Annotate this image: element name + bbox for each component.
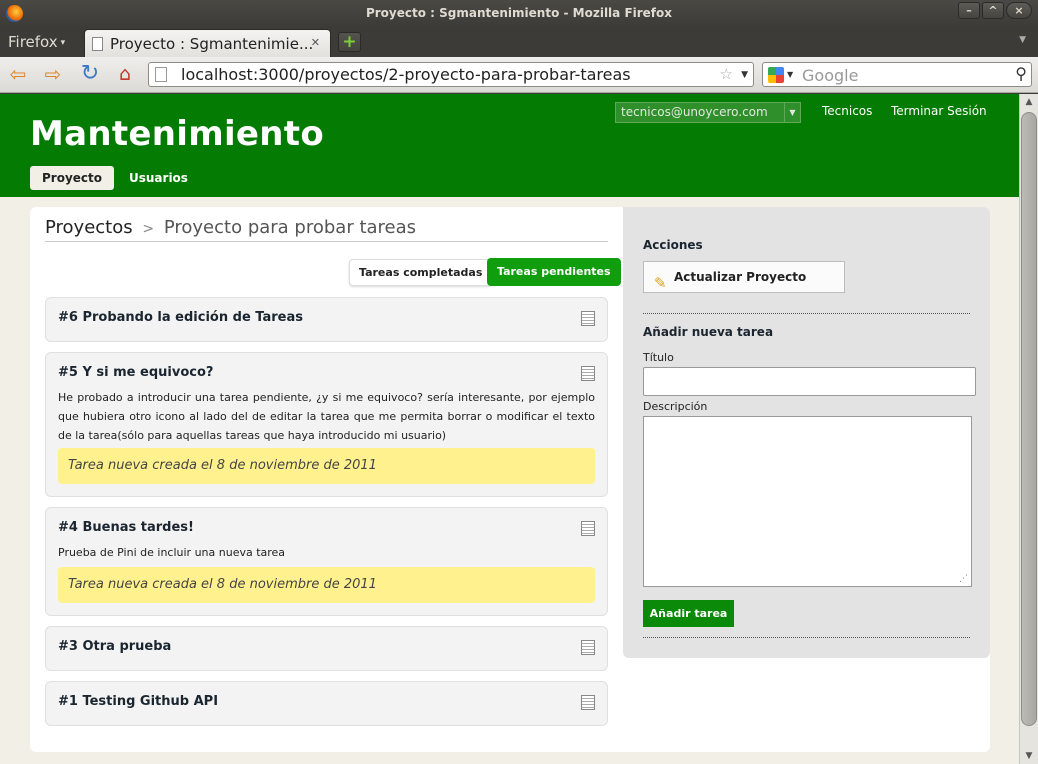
- tab-close-icon[interactable]: ✕: [311, 36, 320, 49]
- description-textarea[interactable]: ⋰: [643, 416, 972, 587]
- minimize-button[interactable]: –: [958, 2, 980, 19]
- logout-link[interactable]: Terminar Sesión: [891, 104, 987, 118]
- add-task-button[interactable]: Añadir tarea: [643, 600, 734, 627]
- close-window-button[interactable]: ×: [1006, 2, 1032, 19]
- tab-bar: Firefox ▾ Proyecto : Sgmantenimie... ✕ + …: [0, 27, 1038, 57]
- acciones-heading: Acciones: [643, 238, 703, 252]
- title-input[interactable]: [643, 367, 976, 396]
- task-title[interactable]: #6 Probando la edición de Tareas: [58, 310, 303, 325]
- new-task-heading: Añadir nueva tarea: [643, 325, 774, 339]
- task-title[interactable]: #1 Testing Github API: [58, 694, 218, 709]
- list-tabs-icon[interactable]: ▼: [1019, 35, 1026, 45]
- search-bar[interactable]: ▼ Google ⚲: [762, 62, 1032, 87]
- firefox-menu-label: Firefox: [8, 33, 58, 51]
- task-title[interactable]: #5 Y si me equivoco?: [58, 365, 213, 380]
- forward-button[interactable]: ⇨: [40, 63, 66, 87]
- task-created-note: Tarea nueva creada el 8 de noviembre de …: [58, 448, 595, 484]
- divider: [643, 313, 970, 314]
- main-panel: Proyectos > Proyecto para probar tareas …: [30, 207, 990, 752]
- url-history-dropdown-icon[interactable]: ▼: [741, 70, 748, 80]
- site-brand[interactable]: Mantenimiento: [30, 114, 324, 154]
- page-icon: [92, 37, 103, 51]
- nav-tab-proyecto[interactable]: Proyecto: [30, 166, 115, 190]
- edit-task-icon[interactable]: [581, 640, 595, 655]
- description-label: Descripción: [643, 400, 708, 413]
- scrollbar-thumb[interactable]: [1021, 112, 1037, 726]
- url-text[interactable]: localhost:3000/proyectos/2-proyecto-para…: [181, 65, 631, 84]
- window-title: Proyecto : Sgmantenimiento - Mozilla Fir…: [365, 6, 673, 20]
- task-card: #6 Probando la edición de Tareas: [45, 297, 608, 342]
- completed-tasks-button[interactable]: Tareas completadas: [349, 259, 493, 286]
- home-button[interactable]: ⌂: [112, 63, 138, 87]
- site-header: Mantenimiento Proyecto Usuarios tecnicos…: [0, 94, 1019, 197]
- task-description: He probado a introducir una tarea pendie…: [58, 391, 595, 442]
- edit-task-icon[interactable]: [581, 695, 595, 710]
- task-created-note: Tarea nueva creada el 8 de noviembre de …: [58, 567, 595, 603]
- breadcrumb: Proyectos > Proyecto para probar tareas: [45, 217, 608, 242]
- user-select-value: tecnicos@unoycero.com: [621, 105, 768, 119]
- window-controls: – ^ ×: [958, 2, 1032, 19]
- edit-task-icon[interactable]: [581, 366, 595, 381]
- search-icon[interactable]: ⚲: [1015, 64, 1027, 83]
- chevron-down-icon: ▼: [784, 103, 800, 122]
- back-button[interactable]: ⇦: [5, 63, 31, 87]
- firefox-menu-button[interactable]: Firefox ▾: [8, 33, 65, 51]
- maximize-button[interactable]: ^: [982, 2, 1004, 19]
- reload-button[interactable]: ↻: [77, 63, 103, 87]
- task-title[interactable]: #3 Otra prueba: [58, 639, 171, 654]
- tecnicos-link[interactable]: Tecnicos: [822, 104, 872, 118]
- task-title[interactable]: #4 Buenas tardes!: [58, 520, 194, 535]
- nav-tab-usuarios[interactable]: Usuarios: [129, 166, 188, 190]
- tab-title: Proyecto : Sgmantenimie...: [110, 35, 314, 53]
- navigation-toolbar: ⇦ ⇨ ↻ ⌂ localhost:3000/proyectos/2-proye…: [0, 57, 1038, 93]
- edit-task-icon[interactable]: [581, 311, 595, 326]
- edit-task-icon[interactable]: [581, 521, 595, 536]
- pending-tasks-button[interactable]: Tareas pendientes: [487, 258, 621, 286]
- divider: [643, 637, 970, 638]
- site-identity-icon[interactable]: [155, 67, 167, 82]
- task-description: Prueba de Pini de incluir una nueva tare…: [58, 546, 286, 559]
- sidebar: Acciones ✎ Actualizar Proyecto Añadir nu…: [623, 207, 990, 658]
- chevron-down-icon: ▾: [60, 37, 66, 48]
- tab-proyecto[interactable]: Proyecto : Sgmantenimie... ✕: [84, 29, 331, 57]
- new-tab-button[interactable]: +: [338, 32, 361, 52]
- breadcrumb-current: Proyecto para probar tareas: [163, 217, 417, 238]
- task-card: #5 Y si me equivoco? He probado a introd…: [45, 352, 608, 497]
- bookmark-star-icon[interactable]: ☆: [720, 65, 733, 83]
- scroll-down-icon[interactable]: ▼: [1020, 748, 1038, 764]
- breadcrumb-root-link[interactable]: Proyectos: [45, 217, 133, 238]
- engine-dropdown-icon[interactable]: ▼: [787, 70, 793, 79]
- google-engine-icon[interactable]: [768, 67, 784, 83]
- update-project-label: Actualizar Proyecto: [674, 270, 807, 284]
- user-select[interactable]: tecnicos@unoycero.com ▼: [615, 102, 801, 123]
- task-card: #4 Buenas tardes! Prueba de Pini de incl…: [45, 507, 608, 616]
- window-titlebar: Proyecto : Sgmantenimiento - Mozilla Fir…: [0, 0, 1038, 27]
- title-label: Título: [643, 351, 674, 364]
- resize-grip-icon[interactable]: ⋰: [959, 574, 968, 584]
- update-project-button[interactable]: ✎ Actualizar Proyecto: [643, 261, 845, 293]
- task-card: #3 Otra prueba: [45, 626, 608, 671]
- search-input[interactable]: Google: [802, 66, 858, 85]
- pencil-icon: ✎: [654, 274, 667, 292]
- url-bar[interactable]: localhost:3000/proyectos/2-proyecto-para…: [148, 62, 754, 87]
- page-viewport: Mantenimiento Proyecto Usuarios tecnicos…: [0, 94, 1019, 764]
- breadcrumb-separator: >: [142, 221, 155, 237]
- scroll-up-icon[interactable]: ▲: [1020, 94, 1038, 110]
- task-card: #1 Testing Github API: [45, 681, 608, 726]
- vertical-scrollbar[interactable]: ▲ ▼: [1019, 94, 1038, 764]
